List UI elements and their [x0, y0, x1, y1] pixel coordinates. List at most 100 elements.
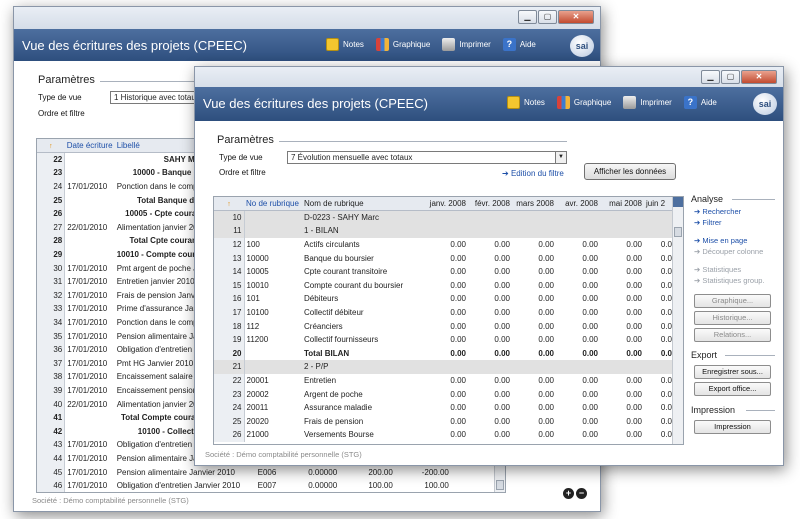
month-value-cell: 0.0 [660, 403, 672, 413]
chevron-down-icon[interactable]: ▼ [555, 152, 566, 163]
month-value-cell: 0.00 [450, 280, 466, 290]
back-notes-button[interactable]: Notes [326, 38, 364, 51]
column-header-month[interactable]: févr. 2008 [468, 197, 512, 212]
page-layout-link[interactable]: ➔ Mise en page [694, 236, 747, 245]
month-value-cell: 0.00 [626, 416, 642, 426]
account-name-cell: Versements Bourse [304, 430, 374, 440]
relations-button[interactable]: Relations... [694, 328, 771, 342]
table-row[interactable]: 21 2 - P/P [214, 360, 674, 374]
column-header-month[interactable]: janv. 2008 [422, 197, 468, 212]
row-number: 14 [214, 264, 245, 279]
statistics-link[interactable]: ➔ Statistiques [694, 265, 741, 274]
divider [746, 410, 775, 411]
show-data-button[interactable]: Afficher les données [584, 163, 676, 180]
account-name-cell: 1 - BILAN [302, 224, 422, 238]
row-number: 27 [37, 220, 66, 235]
maximize-button[interactable]: ▢ [721, 70, 740, 84]
table-row[interactable]: 24 20011 Assurance maladie 0.00 0.00 0.00 0.00… [214, 400, 674, 415]
table-row[interactable]: 45 17/01/2010 Pension alimentaire Janvier … [37, 465, 505, 479]
front-help-button[interactable]: ? Aide [683, 96, 717, 109]
close-button[interactable]: ✕ [741, 70, 777, 84]
sort-indicator[interactable]: ↑ [37, 139, 65, 154]
minimize-button[interactable]: ▁ [701, 70, 720, 84]
table-row[interactable]: 15 10010 Compte courant du boursier 0.00 0.0… [214, 278, 674, 293]
notes-icon [326, 38, 339, 51]
account-number-cell [244, 347, 302, 361]
close-button[interactable]: ✕ [558, 10, 594, 24]
row-number: 36 [37, 342, 66, 357]
front-window[interactable]: ▁ ▢ ✕ Vue des écritures des projets (CPE… [194, 66, 784, 466]
table-row[interactable]: 25 20020 Frais de pension 0.00 0.00 0.00 0.00 0… [214, 414, 674, 429]
zoom-in-button[interactable]: + [563, 488, 574, 499]
edit-filter-link[interactable]: ➔ Edition du filtre [502, 169, 564, 178]
filter-link[interactable]: ➔ Filtrer [694, 218, 722, 227]
row-number: 32 [37, 288, 66, 303]
month-value-cell: 0.00 [494, 267, 510, 277]
table-row[interactable]: 10 D-0223 - SAHY Marc [214, 210, 674, 225]
print-button[interactable]: Impression [694, 420, 771, 434]
month-value-cell: 0.0 [660, 240, 672, 250]
front-data-grid[interactable]: ↑ No de rubrique Nom de rubrique janv. 2… [213, 196, 684, 445]
front-notes-button[interactable]: Notes [507, 96, 545, 109]
export-office-button[interactable]: Export office... [694, 382, 771, 396]
row-number: 23 [37, 166, 66, 180]
month-value-cell: 0.00 [582, 389, 598, 399]
front-view-type-select[interactable]: 7 Évolution mensuelle avec totaux ▼ [287, 151, 567, 164]
column-header-date[interactable]: Date écriture [64, 139, 115, 154]
scroll-up-button[interactable] [673, 197, 683, 207]
save-as-button[interactable]: Enregistrer sous... [694, 365, 771, 379]
table-row[interactable]: 17 10100 Collectif débiteur 0.00 0.00 0.00 0.0… [214, 305, 674, 320]
history-button[interactable]: Historique... [694, 311, 771, 325]
filter-label: Filtrer [702, 218, 722, 227]
split-column-link[interactable]: ➔ Découper colonne [694, 247, 763, 256]
month-value-cell: 0.00 [450, 430, 466, 440]
table-row[interactable]: 16 101 Débiteurs 0.00 0.00 0.00 0.00 0.00 0.0 [214, 292, 674, 306]
graph-button[interactable]: Graphique... [694, 294, 771, 308]
table-row[interactable]: 20 Total BILAN 0.00 0.00 0.00 0.00 0.00 0.0 [214, 346, 674, 361]
zoom-out-button[interactable]: − [576, 488, 587, 499]
scroll-thumb[interactable] [496, 480, 504, 490]
scroll-thumb[interactable] [674, 227, 682, 237]
front-print-button[interactable]: Imprimer [623, 96, 672, 109]
month-value-cell: 0.00 [494, 240, 510, 250]
back-graph-button[interactable]: Graphique [375, 38, 431, 51]
table-row[interactable]: 22 20001 Entretien 0.00 0.00 0.00 0.00 0.00 0.0 [214, 373, 674, 388]
back-view-type-select[interactable]: 1 Historique avec totaux [110, 91, 200, 104]
table-row[interactable]: 14 10005 Cpte courant transitoire 0.00 0.00 0… [214, 264, 674, 279]
front-window-title: Vue des écritures des projets (CPEEC) [203, 96, 428, 111]
row-number: 22 [214, 373, 245, 388]
table-row[interactable]: 11 1 - BILAN [214, 224, 674, 238]
front-graph-button[interactable]: Graphique [556, 96, 611, 109]
view-type-value: 7 Évolution mensuelle avec totaux [291, 153, 413, 162]
table-row[interactable]: 12 100 Actifs circulants 0.00 0.00 0.00 0.00 0.… [214, 237, 674, 252]
back-help-button[interactable]: ? Aide [502, 38, 536, 51]
table-row[interactable]: 13 10000 Banque du boursier 0.00 0.00 0.00 0.0… [214, 251, 674, 265]
column-header-account-name[interactable]: Nom de rubrique [302, 197, 422, 212]
row-number: 13 [214, 251, 245, 265]
table-row[interactable]: 18 112 Créanciers 0.00 0.00 0.00 0.00 0.00 0.0 [214, 319, 674, 333]
table-row[interactable]: 26 21000 Versements Bourse 0.00 0.00 0.00 0.00… [214, 428, 674, 442]
row-number: 23 [214, 387, 245, 401]
account-number-cell: 20001 [246, 376, 269, 386]
column-header-account-no[interactable]: No de rubrique [244, 197, 302, 212]
sai-logo: sai [753, 93, 777, 115]
group-statistics-link[interactable]: ➔ Statistiques group. [694, 276, 765, 285]
column-header-month[interactable]: mars 2008 [512, 197, 556, 212]
sort-indicator[interactable]: ↑ [214, 197, 244, 212]
table-row[interactable]: 46 17/01/2010 Obligation d'entretien Janvi… [37, 478, 505, 492]
front-vertical-scrollbar[interactable] [672, 197, 683, 444]
month-value-cell: 0.00 [538, 348, 554, 358]
back-print-button[interactable]: Imprimer [442, 38, 491, 51]
column-header-month[interactable]: avr. 2008 [556, 197, 600, 212]
front-view-type-label: Type de vue [219, 153, 263, 162]
maximize-button[interactable]: ▢ [538, 10, 557, 24]
graph-label: Graphique [392, 40, 431, 49]
month-value-cell: 0.00 [450, 267, 466, 277]
search-link[interactable]: ➔ Rechercher [694, 207, 741, 216]
column-header-month[interactable]: juin 2 [644, 197, 674, 212]
column-header-month[interactable]: mai 2008 [600, 197, 644, 212]
table-row[interactable]: 23 20002 Argent de poche 0.00 0.00 0.00 0.00 0.… [214, 387, 674, 401]
minimize-button[interactable]: ▁ [518, 10, 537, 24]
table-row[interactable]: 19 11200 Collectif fournisseurs 0.00 0.00 0.0… [214, 332, 674, 347]
month-value-cell: 0.00 [450, 240, 466, 250]
